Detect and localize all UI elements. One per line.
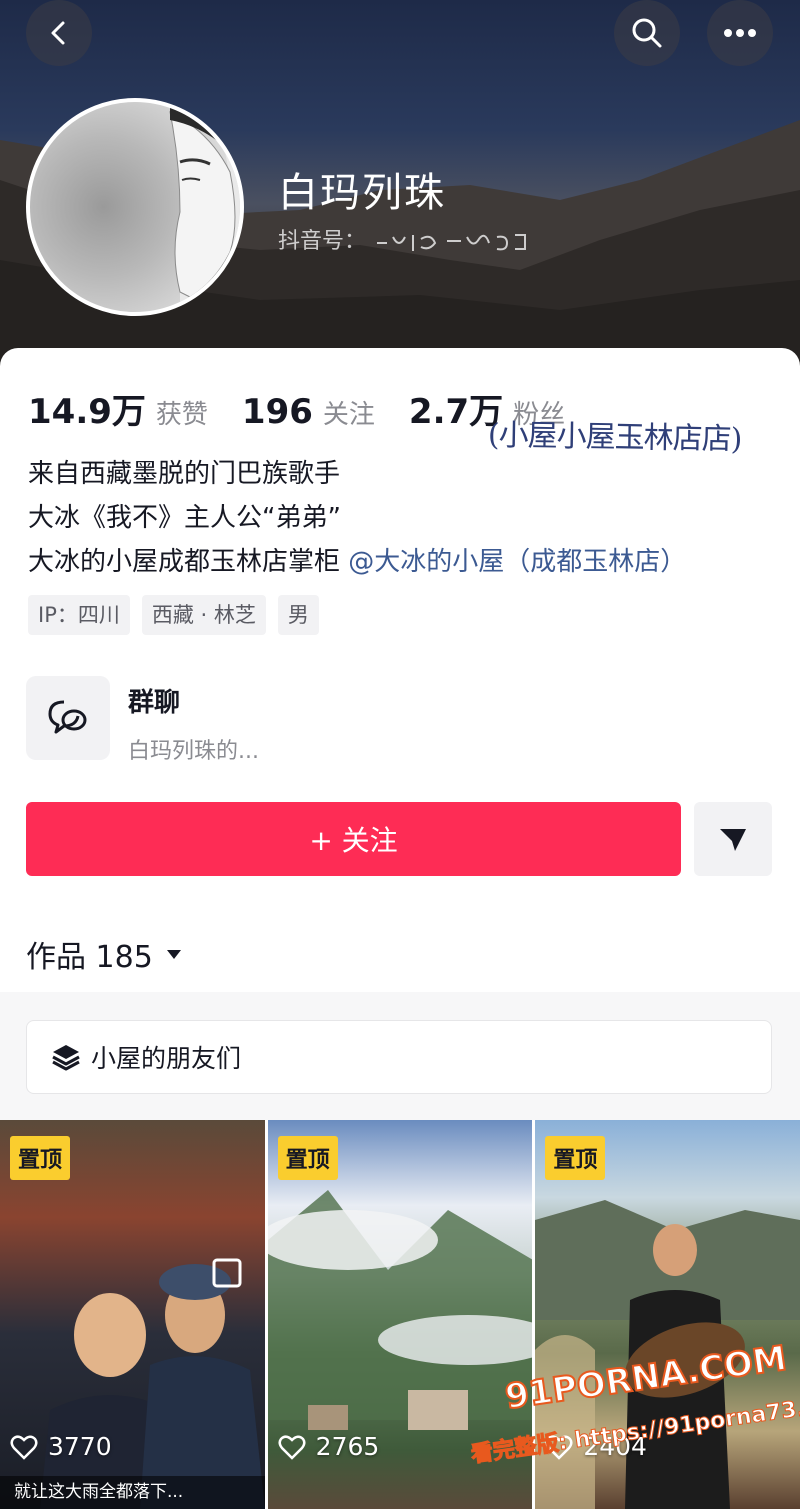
video-likes-count: 3770	[48, 1432, 112, 1461]
group-chat-icon-box	[26, 676, 110, 760]
more-button[interactable]	[707, 0, 773, 66]
tag-location: 西藏 · 林芝	[141, 595, 266, 635]
video-likes: 2765	[278, 1432, 380, 1461]
layers-icon	[52, 1045, 80, 1071]
likes-label: 获赞	[155, 400, 208, 430]
bio-mention-link[interactable]: @大冰的小屋（成都玉林店）	[348, 547, 686, 577]
more-dots-icon	[724, 29, 756, 37]
bio-line-3-text: 大冰的小屋成都玉林店掌柜	[28, 547, 341, 577]
works-tab[interactable]: 作品 185	[26, 932, 183, 976]
profile-header-banner: 白玛列珠 抖音号：	[0, 0, 800, 370]
collection-button[interactable]: 小屋的朋友们	[26, 1020, 772, 1094]
tag-ip: IP：四川	[28, 595, 130, 635]
redacted-id-scribble	[377, 234, 527, 251]
search-button[interactable]	[614, 0, 680, 66]
avatar[interactable]	[26, 98, 244, 316]
group-chat-title: 群聊	[128, 688, 181, 718]
avatar-portrait	[169, 102, 240, 312]
heart-icon	[278, 1435, 306, 1460]
following-count[interactable]: 196	[242, 392, 313, 432]
pinned-badge: 置顶	[277, 1136, 338, 1180]
tag-gender: 男	[277, 595, 319, 635]
heart-icon	[10, 1435, 38, 1460]
bio-line-1: 来自西藏墨脱的门巴族歌手	[28, 459, 341, 489]
collection-label: 小屋的朋友们	[91, 1044, 242, 1073]
caret-down-icon	[166, 950, 181, 959]
share-button[interactable]	[694, 802, 772, 876]
douyin-id: 抖音号：	[278, 223, 533, 255]
pinned-badge: 置顶	[545, 1136, 606, 1180]
video-tile[interactable]: 置顶 3770 就让这大雨全都落下...	[0, 1120, 265, 1509]
chevron-left-icon	[51, 21, 65, 45]
pinned-badge: 置顶	[10, 1136, 71, 1180]
group-chat-entry[interactable]: 群聊 白玛列珠的...	[26, 676, 259, 765]
profile-name: 白玛列珠	[278, 170, 446, 216]
bio-line-3: 大冰的小屋成都玉林店掌柜 @大冰的小屋（成都玉林店）	[28, 540, 686, 584]
douyin-id-label: 抖音号：	[278, 229, 367, 254]
bio-line-2: 大冰《我不》主人公“弟弟”	[28, 503, 341, 533]
group-chat-subtitle: 白玛列珠的...	[128, 739, 259, 764]
back-button[interactable]	[26, 0, 92, 66]
works-tab-label: 作品 185	[26, 940, 153, 975]
following-label[interactable]: 关注	[323, 394, 375, 431]
follow-button[interactable]: + 关注	[26, 802, 681, 876]
send-arrow-icon	[720, 829, 746, 851]
video-caption: 就让这大雨全都落下...	[0, 1476, 265, 1509]
search-icon	[632, 18, 662, 48]
video-likes: 3770	[10, 1432, 112, 1461]
profile-tags: IP：四川 西藏 · 林芝 男	[28, 595, 319, 635]
bio: 来自西藏墨脱的门巴族歌手 大冰《我不》主人公“弟弟” 大冰的小屋成都玉林店掌柜 …	[28, 452, 686, 584]
video-likes-count: 2765	[315, 1432, 380, 1461]
chat-bubbles-icon	[48, 700, 87, 734]
likes-count: 14.9万	[28, 392, 146, 432]
handwritten-annotation: (小屋小屋玉林店店)	[487, 417, 742, 458]
